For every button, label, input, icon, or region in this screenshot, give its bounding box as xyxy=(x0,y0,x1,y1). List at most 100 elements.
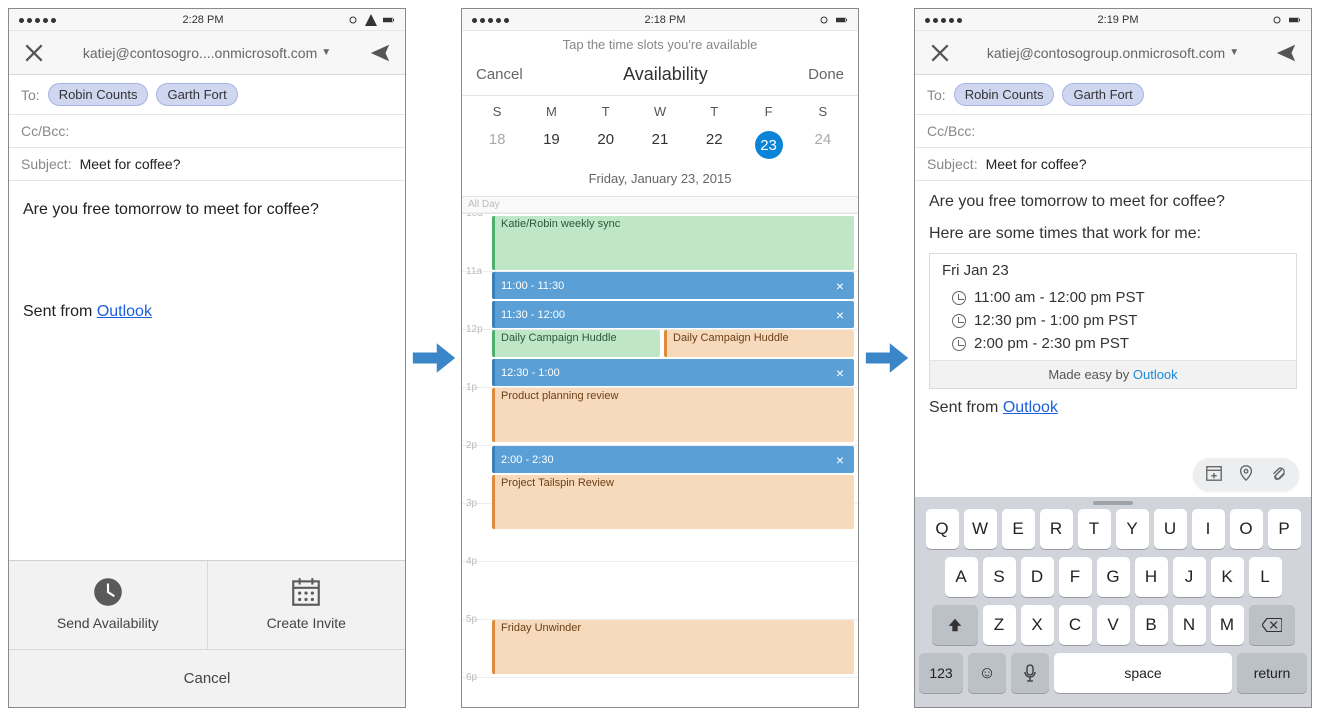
signal-icon xyxy=(472,14,512,26)
key-c[interactable]: C xyxy=(1059,605,1092,645)
key-j[interactable]: J xyxy=(1173,557,1206,597)
key-return[interactable]: return xyxy=(1237,653,1307,693)
to-field[interactable]: To: Robin Counts Garth Fort xyxy=(9,75,405,115)
body-text: Here are some times that work for me: xyxy=(929,225,1297,243)
key-a[interactable]: A xyxy=(945,557,978,597)
email-body[interactable]: Are you free tomorrow to meet for coffee… xyxy=(915,181,1311,497)
compose-header: katiej@contosogro....onmicrosoft.com ▼ xyxy=(9,31,405,75)
event-tailspin[interactable]: Project Tailspin Review xyxy=(492,475,854,529)
date-cell[interactable]: 20 xyxy=(579,123,633,167)
key-u[interactable]: U xyxy=(1154,509,1187,549)
from-account-dropdown[interactable]: katiej@contosogro....onmicrosoft.com ▼ xyxy=(83,45,331,61)
dow: F xyxy=(741,100,795,123)
key-p[interactable]: P xyxy=(1268,509,1301,549)
date-cell-selected[interactable]: 23 xyxy=(741,123,795,167)
remove-slot-icon[interactable]: × xyxy=(832,307,848,323)
event-sync[interactable]: Katie/Robin weekly sync xyxy=(492,216,854,270)
key-emoji[interactable]: ☺ xyxy=(968,653,1006,693)
key-e[interactable]: E xyxy=(1002,509,1035,549)
outlook-link[interactable]: Outlook xyxy=(1003,399,1058,416)
key-q[interactable]: Q xyxy=(926,509,959,549)
to-field[interactable]: To: Robin Counts Garth Fort xyxy=(915,75,1311,115)
event-huddle-right[interactable]: Daily Campaign Huddle xyxy=(664,330,854,357)
date-cell[interactable]: 18 xyxy=(470,123,524,167)
outlook-link[interactable]: Outlook xyxy=(1133,367,1178,382)
send-icon[interactable] xyxy=(1275,42,1297,64)
schedule-grid[interactable]: 10a 11a 12p 1p 2p 3p 4p 5p 6p Katie/Robi… xyxy=(462,214,858,707)
clock-icon xyxy=(952,291,966,305)
key-y[interactable]: Y xyxy=(1116,509,1149,549)
key-space[interactable]: space xyxy=(1054,653,1232,693)
remove-slot-icon[interactable]: × xyxy=(832,278,848,294)
date-cell[interactable]: 21 xyxy=(633,123,687,167)
recipient-chip[interactable]: Garth Fort xyxy=(1062,83,1143,106)
key-d[interactable]: D xyxy=(1021,557,1054,597)
key-f[interactable]: F xyxy=(1059,557,1092,597)
key-k[interactable]: K xyxy=(1211,557,1244,597)
recipient-chip[interactable]: Garth Fort xyxy=(156,83,237,106)
from-account-dropdown[interactable]: katiej@contosogroup.onmicrosoft.com ▼ xyxy=(987,45,1239,61)
ccbcc-field[interactable]: Cc/Bcc: xyxy=(9,115,405,148)
recipient-chip[interactable]: Robin Counts xyxy=(954,83,1055,106)
key-s[interactable]: S xyxy=(983,557,1016,597)
remove-slot-icon[interactable]: × xyxy=(832,452,848,468)
key-m[interactable]: M xyxy=(1211,605,1244,645)
event-huddle[interactable]: Daily Campaign Huddle xyxy=(492,330,660,357)
cancel-button[interactable]: Cancel xyxy=(9,649,405,707)
keyboard-grabber[interactable] xyxy=(1093,501,1133,505)
ccbcc-field[interactable]: Cc/Bcc: xyxy=(915,115,1311,148)
paperclip-icon[interactable] xyxy=(1269,464,1287,485)
availability-slot[interactable]: 11:00 - 11:30× xyxy=(492,272,854,299)
from-account: katiej@contosogro....onmicrosoft.com xyxy=(83,45,317,61)
availability-slot[interactable]: 12:30 - 1:00× xyxy=(492,359,854,386)
date-cell[interactable]: 22 xyxy=(687,123,741,167)
time-slot[interactable]: 2:00 pm - 2:30 pm PST xyxy=(930,333,1296,360)
status-icons xyxy=(347,14,395,26)
status-time: 2:28 PM xyxy=(183,14,224,26)
send-availability-button[interactable]: Send Availability xyxy=(9,561,208,649)
key-n[interactable]: N xyxy=(1173,605,1206,645)
day-schedule[interactable]: 10a 11a 12p 1p 2p 3p 4p 5p 6p Katie/Robi… xyxy=(462,213,858,707)
create-invite-button[interactable]: Create Invite xyxy=(208,561,406,649)
key-i[interactable]: I xyxy=(1192,509,1225,549)
done-button[interactable]: Done xyxy=(808,66,844,83)
key-h[interactable]: H xyxy=(1135,557,1168,597)
key-x[interactable]: X xyxy=(1021,605,1054,645)
key-shift[interactable] xyxy=(932,605,978,645)
subject-field[interactable]: Subject: Meet for coffee? xyxy=(915,148,1311,181)
key-mic[interactable] xyxy=(1011,653,1049,693)
card-footer: Made easy by Outlook xyxy=(930,360,1296,388)
availability-slot[interactable]: 11:30 - 12:00× xyxy=(492,301,854,328)
subject-field[interactable]: Subject: Meet for coffee? xyxy=(9,148,405,181)
key-t[interactable]: T xyxy=(1078,509,1111,549)
key-backspace[interactable] xyxy=(1249,605,1295,645)
key-w[interactable]: W xyxy=(964,509,997,549)
email-body[interactable]: Are you free tomorrow to meet for coffee… xyxy=(9,181,405,560)
time-slot[interactable]: 12:30 pm - 1:00 pm PST xyxy=(930,310,1296,333)
date-cell[interactable]: 19 xyxy=(524,123,578,167)
key-l[interactable]: L xyxy=(1249,557,1282,597)
close-icon[interactable] xyxy=(23,42,45,64)
send-icon[interactable] xyxy=(369,42,391,64)
subject-value: Meet for coffee? xyxy=(80,156,181,172)
calendar-add-icon[interactable] xyxy=(1205,464,1223,485)
remove-slot-icon[interactable]: × xyxy=(832,365,848,381)
close-icon[interactable] xyxy=(929,42,951,64)
time-slot[interactable]: 11:00 am - 12:00 pm PST xyxy=(930,287,1296,310)
key-v[interactable]: V xyxy=(1097,605,1130,645)
key-g[interactable]: G xyxy=(1097,557,1130,597)
cancel-button[interactable]: Cancel xyxy=(476,66,523,83)
location-icon[interactable] xyxy=(1237,464,1255,485)
key-z[interactable]: Z xyxy=(983,605,1016,645)
key-b[interactable]: B xyxy=(1135,605,1168,645)
availability-screen: 2:18 PM Tap the time slots you're availa… xyxy=(461,8,859,708)
outlook-link[interactable]: Outlook xyxy=(97,303,152,320)
key-123[interactable]: 123 xyxy=(919,653,963,693)
key-o[interactable]: O xyxy=(1230,509,1263,549)
event-review[interactable]: Product planning review xyxy=(492,388,854,442)
recipient-chip[interactable]: Robin Counts xyxy=(48,83,149,106)
event-unwinder[interactable]: Friday Unwinder xyxy=(492,620,854,674)
availability-slot[interactable]: 2:00 - 2:30× xyxy=(492,446,854,473)
key-r[interactable]: R xyxy=(1040,509,1073,549)
date-cell[interactable]: 24 xyxy=(796,123,850,167)
